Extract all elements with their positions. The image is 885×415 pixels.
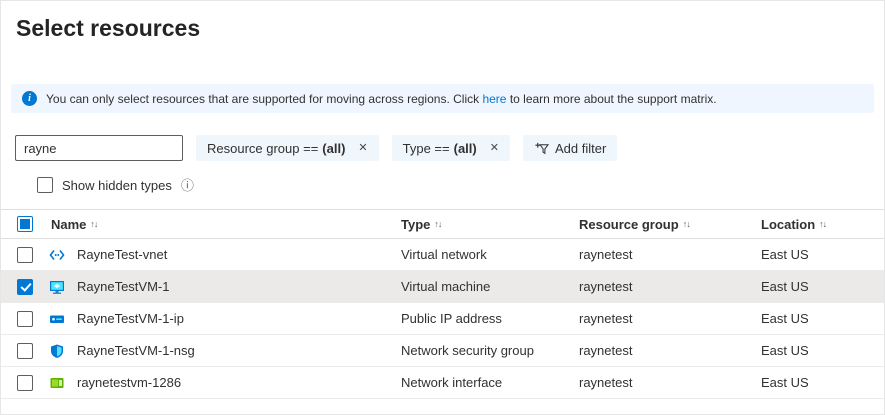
resource-group: raynetest (579, 279, 761, 294)
resource-type: Network interface (401, 375, 579, 390)
vnet-icon (49, 247, 65, 263)
resource-name: RayneTest-vnet (77, 247, 167, 262)
column-header-location[interactable]: Location ↑↓ (761, 217, 884, 232)
resource-location: East US (761, 247, 884, 262)
row-checkbox[interactable] (17, 311, 33, 327)
info-icon: i (22, 91, 37, 106)
row-checkbox[interactable] (17, 279, 33, 295)
resource-location: East US (761, 279, 884, 294)
table-body: RayneTest-vnet Virtual network raynetest… (1, 239, 884, 399)
table-row[interactable]: RayneTest-vnet Virtual network raynetest… (1, 239, 884, 271)
column-header-type[interactable]: Type ↑↓ (401, 217, 579, 232)
table-row[interactable]: RayneTestVM-1 Virtual machine raynetest … (1, 271, 884, 303)
nsg-icon (49, 343, 65, 359)
table-row[interactable]: RayneTestVM-1-nsg Network security group… (1, 335, 884, 367)
resource-type: Virtual machine (401, 279, 579, 294)
show-hidden-label: Show hidden types (62, 178, 172, 193)
resource-name-cell: RayneTestVM-1-nsg (41, 343, 401, 359)
resource-group: raynetest (579, 311, 761, 326)
close-icon[interactable]: ✕ (358, 143, 367, 154)
search-input[interactable] (15, 135, 183, 161)
here-link[interactable]: here (482, 92, 506, 106)
resource-location: East US (761, 343, 884, 358)
sort-icon: ↑↓ (683, 219, 690, 229)
vm-icon (49, 279, 65, 295)
resource-location: East US (761, 375, 884, 390)
banner-text: You can only select resources that are s… (46, 92, 717, 106)
show-hidden-checkbox[interactable] (37, 177, 53, 193)
resource-name: RayneTestVM-1 (77, 279, 169, 294)
filter-pill-type[interactable]: Type == (all) ✕ (392, 135, 510, 161)
show-hidden-row: Show hidden types ⓘ (37, 177, 884, 193)
info-banner: i You can only select resources that are… (11, 84, 874, 113)
info-tooltip-icon: ⓘ (181, 179, 194, 192)
select-all-checkbox[interactable] (17, 216, 33, 232)
add-filter-icon (534, 141, 549, 156)
resource-location: East US (761, 311, 884, 326)
column-header-name[interactable]: Name ↑↓ (41, 217, 401, 232)
resource-name-cell: RayneTestVM-1 (41, 279, 401, 295)
row-checkbox[interactable] (17, 247, 33, 263)
table-row[interactable]: RayneTestVM-1-ip Public IP address rayne… (1, 303, 884, 335)
resource-group: raynetest (579, 375, 761, 390)
resource-name-cell: raynetestvm-1286 (41, 375, 401, 391)
page-title: Select resources (1, 1, 884, 42)
sort-icon: ↑↓ (434, 219, 441, 229)
table-row[interactable]: raynetestvm-1286 Network interface rayne… (1, 367, 884, 399)
resource-type: Network security group (401, 343, 579, 358)
resource-name: RayneTestVM-1-ip (77, 311, 184, 326)
resource-group: raynetest (579, 247, 761, 262)
resource-group: raynetest (579, 343, 761, 358)
resource-name: raynetestvm-1286 (77, 375, 181, 390)
column-header-resource-group[interactable]: Resource group ↑↓ (579, 217, 761, 232)
sort-icon: ↑↓ (819, 219, 826, 229)
table-header: Name ↑↓ Type ↑↓ Resource group ↑↓ Locati… (1, 209, 884, 239)
resource-name: RayneTestVM-1-nsg (77, 343, 195, 358)
filter-pill-resource-group[interactable]: Resource group == (all) ✕ (196, 135, 379, 161)
nic-icon (49, 375, 65, 391)
row-checkbox[interactable] (17, 375, 33, 391)
resource-name-cell: RayneTest-vnet (41, 247, 401, 263)
filter-bar: Resource group == (all) ✕ Type == (all) … (15, 135, 884, 161)
resource-type: Public IP address (401, 311, 579, 326)
resources-table: Name ↑↓ Type ↑↓ Resource group ↑↓ Locati… (1, 209, 884, 399)
close-icon[interactable]: ✕ (490, 143, 499, 154)
add-filter-button[interactable]: Add filter (523, 135, 617, 161)
select-resources-panel: Select resources i You can only select r… (0, 0, 885, 415)
resource-name-cell: RayneTestVM-1-ip (41, 311, 401, 327)
ip-icon (49, 311, 65, 327)
resource-type: Virtual network (401, 247, 579, 262)
row-checkbox[interactable] (17, 343, 33, 359)
sort-icon: ↑↓ (90, 219, 97, 229)
